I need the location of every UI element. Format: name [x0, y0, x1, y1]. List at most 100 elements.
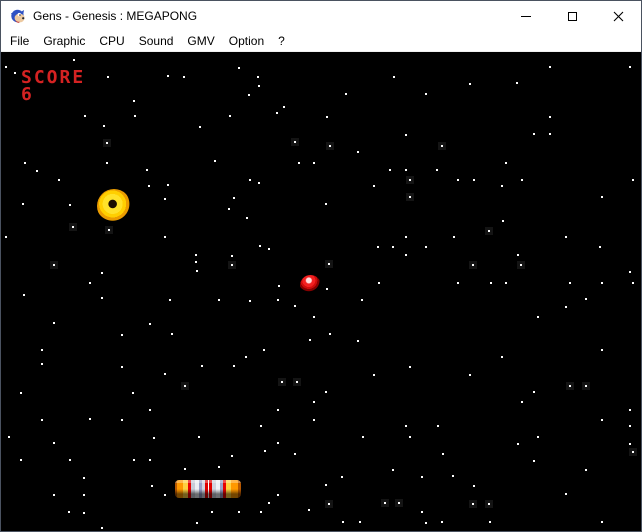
star — [214, 160, 216, 162]
star — [134, 115, 136, 117]
star — [325, 391, 327, 393]
star — [196, 522, 198, 524]
star — [313, 419, 315, 421]
star — [328, 503, 330, 505]
star — [516, 82, 518, 84]
star — [421, 476, 423, 478]
menu-item-file[interactable]: File — [3, 32, 36, 50]
star — [231, 455, 233, 457]
star — [298, 162, 300, 164]
star — [167, 184, 169, 186]
star — [472, 264, 474, 266]
star — [469, 83, 471, 85]
star — [296, 381, 298, 383]
star — [171, 333, 173, 335]
star — [258, 85, 260, 87]
minimize-button[interactable] — [503, 1, 549, 31]
star — [325, 484, 327, 486]
star — [629, 425, 631, 427]
star — [342, 521, 344, 523]
star — [345, 93, 347, 95]
star — [36, 170, 38, 172]
donut-sprite — [97, 189, 131, 223]
score-value: 6 — [21, 84, 32, 105]
maximize-button[interactable] — [549, 1, 595, 31]
star — [107, 76, 109, 78]
star — [405, 169, 407, 171]
menu-item-sound[interactable]: Sound — [132, 32, 181, 50]
star — [393, 76, 395, 78]
star — [409, 436, 411, 438]
star — [164, 494, 166, 496]
star — [83, 477, 85, 479]
star — [277, 299, 279, 301]
star — [549, 133, 551, 135]
star — [405, 236, 407, 238]
star — [133, 459, 135, 461]
star — [53, 442, 55, 444]
star — [132, 392, 134, 394]
star — [469, 374, 471, 376]
star — [632, 179, 634, 181]
star — [246, 217, 248, 219]
star — [357, 340, 359, 342]
star — [23, 294, 25, 296]
star — [233, 365, 235, 367]
star — [533, 391, 535, 393]
star — [103, 125, 105, 127]
star — [632, 282, 634, 284]
menu-item-graphic[interactable]: Graphic — [36, 32, 92, 50]
star — [502, 220, 504, 222]
star — [5, 236, 7, 238]
star — [248, 94, 250, 96]
star — [373, 374, 375, 376]
star — [489, 521, 491, 523]
star — [231, 255, 233, 257]
star — [313, 401, 315, 403]
star — [83, 512, 85, 514]
star — [218, 299, 220, 301]
star — [58, 179, 60, 181]
title-bar[interactable]: Gens - Genesis : MEGAPONG — [1, 1, 641, 31]
star — [629, 271, 631, 273]
star — [146, 169, 148, 171]
star — [329, 145, 331, 147]
star — [329, 333, 331, 335]
menu-item-help[interactable]: ? — [271, 32, 292, 50]
star — [53, 322, 55, 324]
star — [442, 453, 444, 455]
star — [629, 409, 631, 411]
star — [151, 485, 153, 487]
menu-item-option[interactable]: Option — [222, 32, 271, 50]
star — [149, 323, 151, 325]
star — [294, 453, 296, 455]
menu-item-gmv[interactable]: GMV — [180, 32, 221, 50]
star — [361, 299, 363, 301]
star — [326, 116, 328, 118]
star — [521, 401, 523, 403]
star — [89, 418, 91, 420]
star — [294, 141, 296, 143]
star — [101, 527, 103, 529]
star — [405, 254, 407, 256]
close-button[interactable] — [595, 1, 641, 31]
star — [153, 437, 155, 439]
minimize-icon — [521, 16, 531, 17]
star — [238, 511, 240, 513]
star — [5, 66, 7, 68]
star — [392, 469, 394, 471]
star — [184, 468, 186, 470]
star — [69, 459, 71, 461]
star — [373, 185, 375, 187]
star — [473, 485, 475, 487]
star — [565, 306, 567, 308]
star — [121, 419, 123, 421]
star — [308, 509, 310, 511]
menu-item-cpu[interactable]: CPU — [92, 32, 131, 50]
star — [149, 409, 151, 411]
star — [264, 450, 266, 452]
star — [260, 425, 262, 427]
star — [585, 385, 587, 387]
star — [164, 236, 166, 238]
star — [8, 436, 10, 438]
